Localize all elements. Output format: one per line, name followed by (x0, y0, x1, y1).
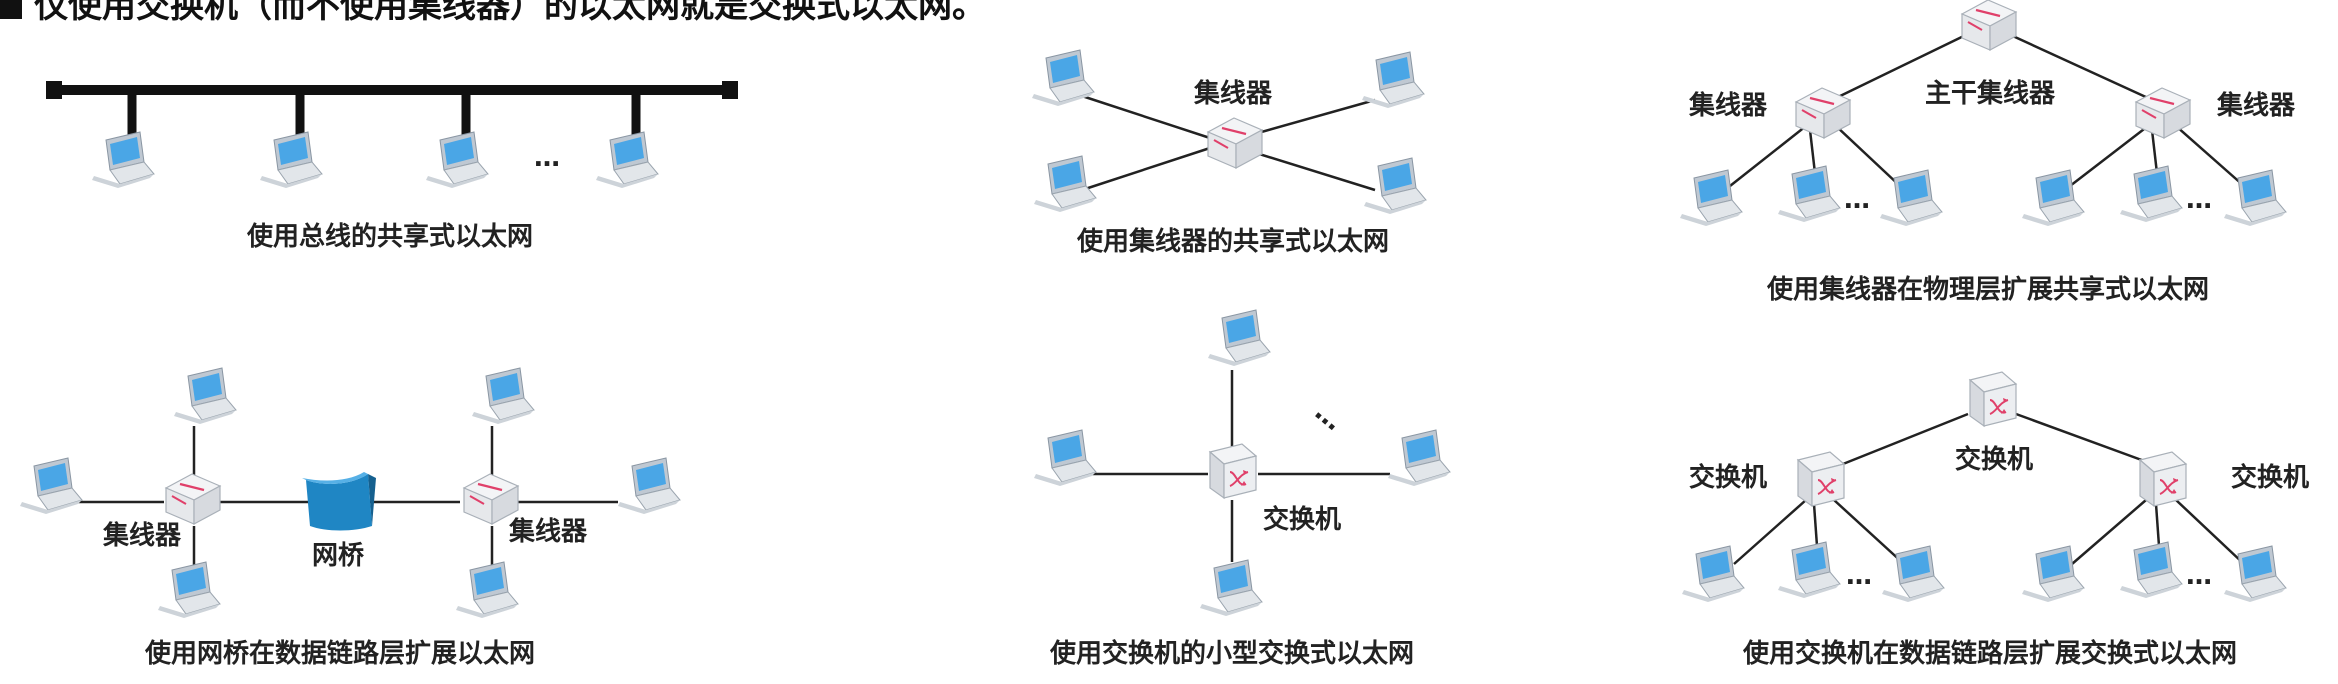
switch-icon (2139, 451, 2187, 507)
caption-hub-extend: 使用集线器在物理层扩展共享式以太网 (1766, 274, 2209, 305)
ethernet-diagrams: … 使用总线的共享式以太网 集线器 使用集线器的共享式以太网 … … 主干集线器… (19, 0, 2309, 669)
switch-label: 交换机 (2231, 462, 2309, 493)
hub-icon (164, 472, 222, 526)
laptop-icon (1031, 49, 1095, 107)
ellipsis: … (2186, 561, 2212, 591)
laptop-icon (2119, 165, 2183, 223)
laptop-icon (425, 131, 489, 189)
hub-shared-panel: 集线器 使用集线器的共享式以太网 (1031, 49, 1427, 257)
laptop-icon (2119, 541, 2183, 599)
laptop-icon (91, 131, 155, 189)
laptop-icon (1881, 545, 1945, 603)
laptop-icon (259, 131, 323, 189)
hub-label: 集线器 (1688, 90, 1768, 121)
ellipsis: … (1846, 561, 1872, 591)
hub-icon (1206, 116, 1264, 170)
switch-icon (1797, 451, 1845, 507)
switch-icon (1209, 443, 1257, 499)
hub-hierarchy-panel: … … 主干集线器 集线器 集线器 使用集线器在物理层扩展共享式以太网 (1679, 0, 2296, 305)
caption-small-switch: 使用交换机的小型交换式以太网 (1049, 638, 1414, 669)
caption-bus: 使用总线的共享式以太网 (246, 221, 533, 252)
laptop-icon (455, 561, 519, 619)
laptop-icon (471, 367, 535, 425)
ellipsis: … (1309, 397, 1348, 437)
switch-icon (1969, 371, 2017, 427)
switch-label: 交换机 (1689, 462, 1767, 493)
laptop-icon (1361, 51, 1425, 109)
laptop-icon (173, 367, 237, 425)
laptop-icon (1777, 541, 1841, 599)
switch-hierarchy-panel: … … 交换机 交换机 交换机 使用交换机在数据链路层扩展交换式以太网 (1681, 371, 2309, 669)
laptop-icon (1879, 169, 1943, 227)
switch-label: 交换机 (1263, 504, 1341, 535)
laptop-icon (617, 457, 681, 515)
caption-bridge-extend: 使用网桥在数据链路层扩展以太网 (144, 638, 535, 669)
hub-label: 集线器 (102, 520, 182, 551)
laptop-icon (157, 561, 221, 619)
hub-label: 集线器 (2216, 90, 2296, 121)
caption-switch-extend: 使用交换机在数据链路层扩展交换式以太网 (1742, 638, 2237, 669)
bus-terminator-right (722, 81, 738, 99)
laptop-icon (1207, 309, 1271, 367)
laptop-icon (1679, 169, 1743, 227)
small-switch-panel: … 交换机 使用交换机的小型交换式以太网 (1033, 309, 1451, 669)
bridge-icon (302, 472, 376, 531)
laptop-icon (1777, 165, 1841, 223)
trunk-hub-label: 主干集线器 (1925, 78, 2056, 109)
bus-terminator-left (46, 81, 62, 99)
caption-hub-shared: 使用集线器的共享式以太网 (1076, 226, 1389, 257)
laptop-icon (1387, 429, 1451, 487)
laptop-icon (2021, 545, 2085, 603)
bridge-panel: 集线器 集线器 网桥 使用网桥在数据链路层扩展以太网 (19, 367, 681, 669)
trunk-hub-icon (1960, 0, 2018, 52)
laptop-icon (1033, 429, 1097, 487)
laptop-icon (595, 131, 659, 189)
laptop-icon (2021, 169, 2085, 227)
bus-network-panel: … 使用总线的共享式以太网 (46, 81, 738, 252)
hub-label: 集线器 (1193, 78, 1273, 109)
laptop-icon (19, 457, 83, 515)
laptop-icon (1681, 545, 1745, 603)
hub-label: 集线器 (508, 516, 588, 547)
ellipsis: … (1844, 185, 1870, 215)
laptop-icon (2223, 169, 2287, 227)
bridge-label: 网桥 (312, 541, 365, 571)
laptop-icon (1363, 157, 1427, 215)
laptop-icon (1199, 559, 1263, 617)
laptop-icon (1033, 155, 1097, 213)
ellipsis: … (534, 143, 560, 173)
switch-label: 交换机 (1955, 444, 2033, 475)
ellipsis: … (2186, 185, 2212, 215)
